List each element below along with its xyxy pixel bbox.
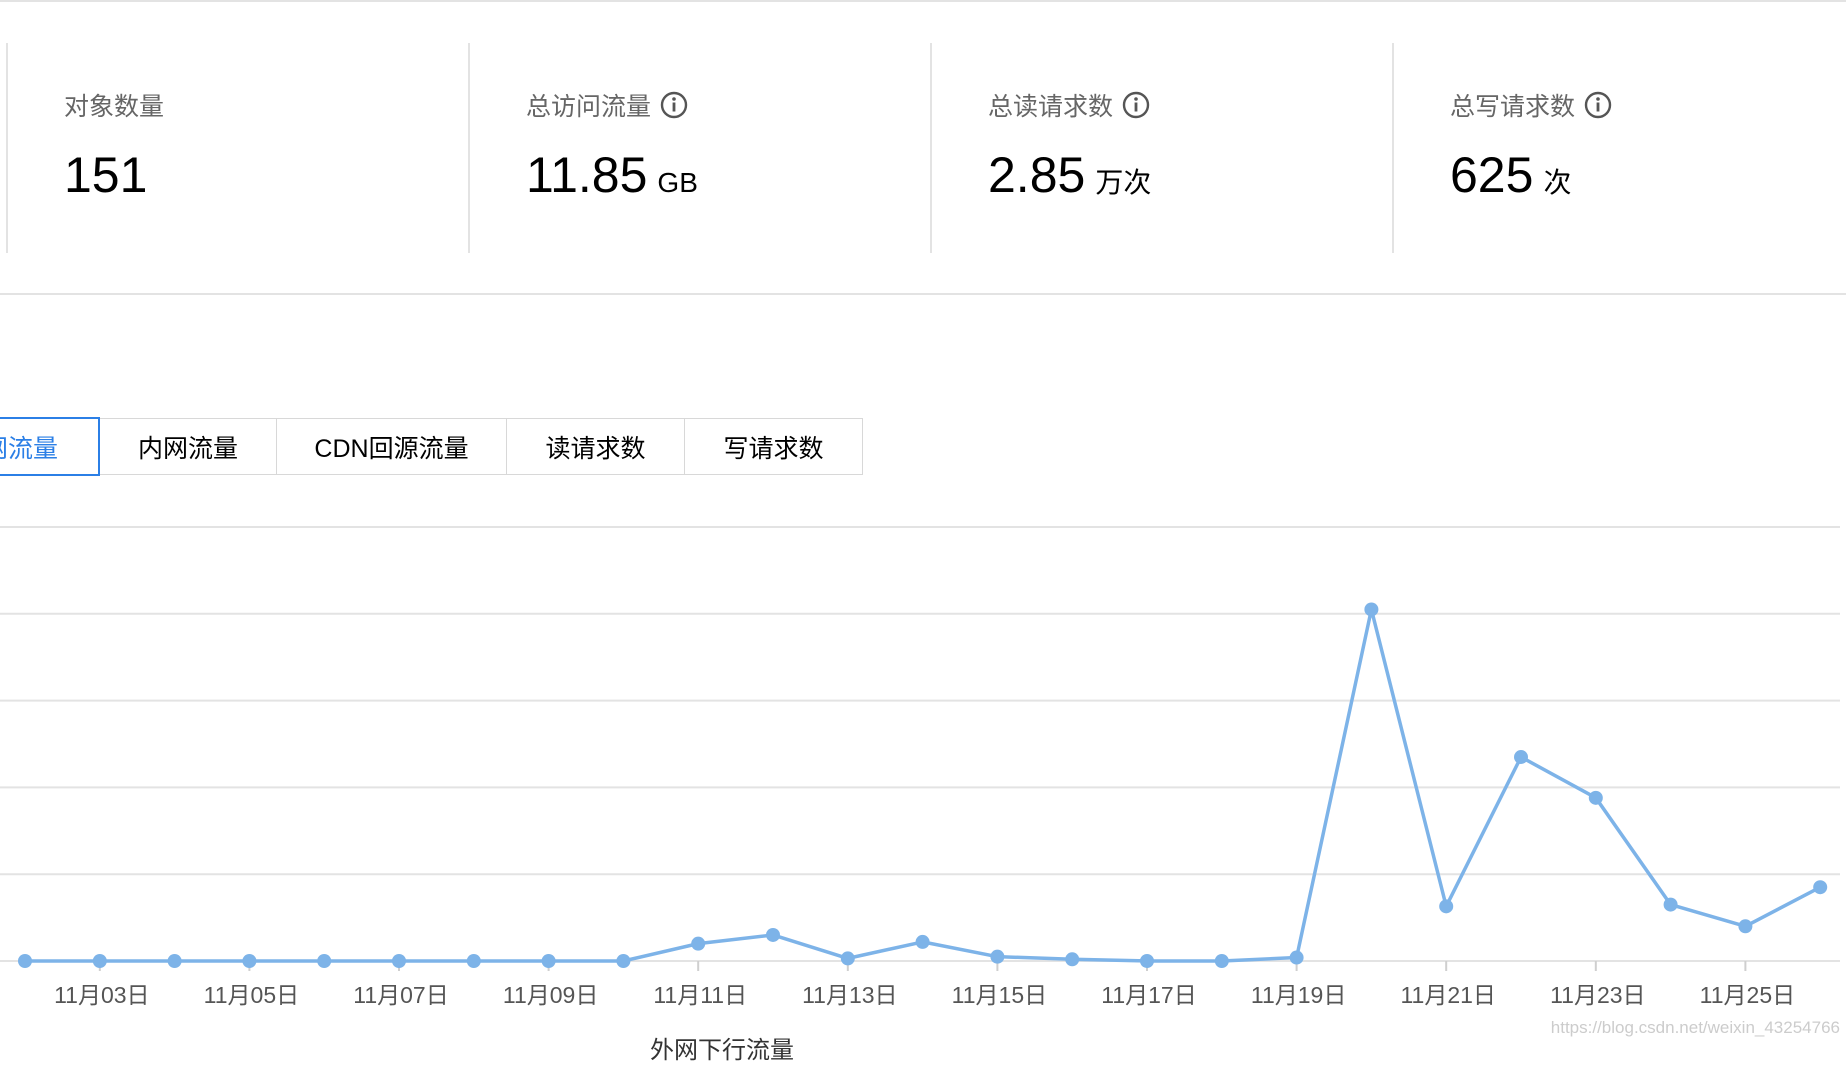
- data-point: [840, 951, 855, 966]
- tab-read-requests[interactable]: 读请求数: [507, 418, 685, 475]
- tab-label: 写请求数: [723, 434, 824, 463]
- tab-external-traffic[interactable]: 外网流量: [0, 417, 100, 476]
- x-tick-label: 11月25日: [1700, 982, 1795, 1008]
- data-point: [915, 934, 930, 949]
- tab-label: 内网流量: [137, 434, 238, 463]
- data-point: [1663, 897, 1678, 912]
- stat-value: 11.85 GB: [526, 146, 698, 204]
- x-tick-label: 11月03日: [54, 982, 149, 1008]
- tab-write-requests[interactable]: 写请求数: [685, 418, 863, 475]
- stats-panel: 对象数量 151 总访问流量 11.85 GB 总读请求数 2.85 万次 总写请求…: [0, 0, 1846, 300]
- metric-tabs: 外网流量 内网流量 CDN回源流量 读请求数 写请求数: [0, 417, 863, 477]
- data-point: [1439, 899, 1454, 914]
- stat-number: 151: [64, 147, 148, 203]
- x-tick-label: 11月09日: [503, 982, 598, 1008]
- info-circle-icon[interactable]: [659, 90, 689, 120]
- stat-value: 2.85 万次: [988, 146, 1151, 204]
- data-point: [1289, 950, 1304, 965]
- watermark: https://blog.csdn.net/weixin_43254766: [1550, 1018, 1840, 1037]
- x-tick-label: 11月23日: [1550, 982, 1645, 1008]
- data-point: [616, 954, 631, 968]
- x-tick-label: 11月19日: [1251, 982, 1346, 1008]
- stat-total-reads: 总读请求数 2.85 万次: [930, 43, 1392, 253]
- data-point: [1140, 954, 1154, 968]
- stat-number: 625: [1450, 147, 1534, 203]
- x-tick-label: 11月11日: [653, 982, 747, 1008]
- stat-value: 625 次: [1450, 146, 1571, 204]
- data-point: [1214, 954, 1229, 968]
- data-point: [18, 954, 32, 968]
- data-point: [1065, 952, 1080, 967]
- stat-value: 151: [64, 146, 147, 204]
- x-tick-label: 11月07日: [353, 982, 448, 1008]
- x-tick-label: 11月21日: [1400, 982, 1495, 1008]
- data-point: [541, 954, 556, 968]
- stat-unit: 次: [1543, 167, 1572, 198]
- stat-label: 总访问流量: [526, 87, 689, 123]
- data-point: [766, 927, 780, 942]
- x-tick-label: 11月13日: [802, 982, 897, 1008]
- data-point: [242, 954, 257, 968]
- stat-unit: GB: [657, 167, 698, 198]
- tab-label: CDN回源流量: [314, 434, 469, 463]
- data-point: [990, 949, 1005, 964]
- stat-number: 11.85: [526, 147, 648, 203]
- legend-label: 外网下行流量: [650, 1037, 794, 1064]
- tab-label: 读请求数: [545, 434, 646, 463]
- stat-label: 总读请求数: [988, 87, 1151, 123]
- x-tick-label: 11月15日: [952, 982, 1047, 1008]
- data-point: [691, 936, 706, 951]
- stat-label: 总写请求数: [1450, 87, 1613, 123]
- traffic-line-chart: 11月03日 11月05日 11月07日 11月09日 11月11日 11月13日 11月1…: [0, 526, 1840, 1008]
- data-point: [92, 954, 107, 968]
- stat-total-traffic: 总访问流量 11.85 GB: [468, 43, 930, 253]
- stat-label: 对象数量: [64, 93, 165, 121]
- x-tick-label: 11月05日: [204, 982, 299, 1008]
- tab-internal-traffic[interactable]: 内网流量: [100, 418, 277, 475]
- data-point: [1813, 880, 1828, 895]
- stat-number: 2.85: [988, 147, 1086, 203]
- data-point: [466, 954, 481, 968]
- data-point: [317, 954, 332, 968]
- stat-total-writes: 总写请求数 625 次: [1392, 43, 1844, 253]
- data-point: [392, 954, 406, 968]
- series-line: [25, 607, 1822, 963]
- info-circle-icon[interactable]: [1583, 90, 1613, 120]
- info-circle-icon[interactable]: [1121, 90, 1151, 120]
- data-point: [1364, 602, 1379, 617]
- data-point: [1514, 750, 1528, 765]
- tab-cdn-origin-traffic[interactable]: CDN回源流量: [277, 418, 507, 475]
- data-point: [167, 954, 182, 968]
- tab-label: 外网流量: [0, 434, 58, 463]
- data-point: [1738, 919, 1753, 934]
- x-tick-label: 11月17日: [1101, 982, 1196, 1008]
- stat-object-count: 对象数量 151: [6, 43, 468, 253]
- stats-divider: [0, 293, 1846, 295]
- stat-unit: 万次: [1095, 167, 1152, 198]
- data-point: [1588, 790, 1603, 805]
